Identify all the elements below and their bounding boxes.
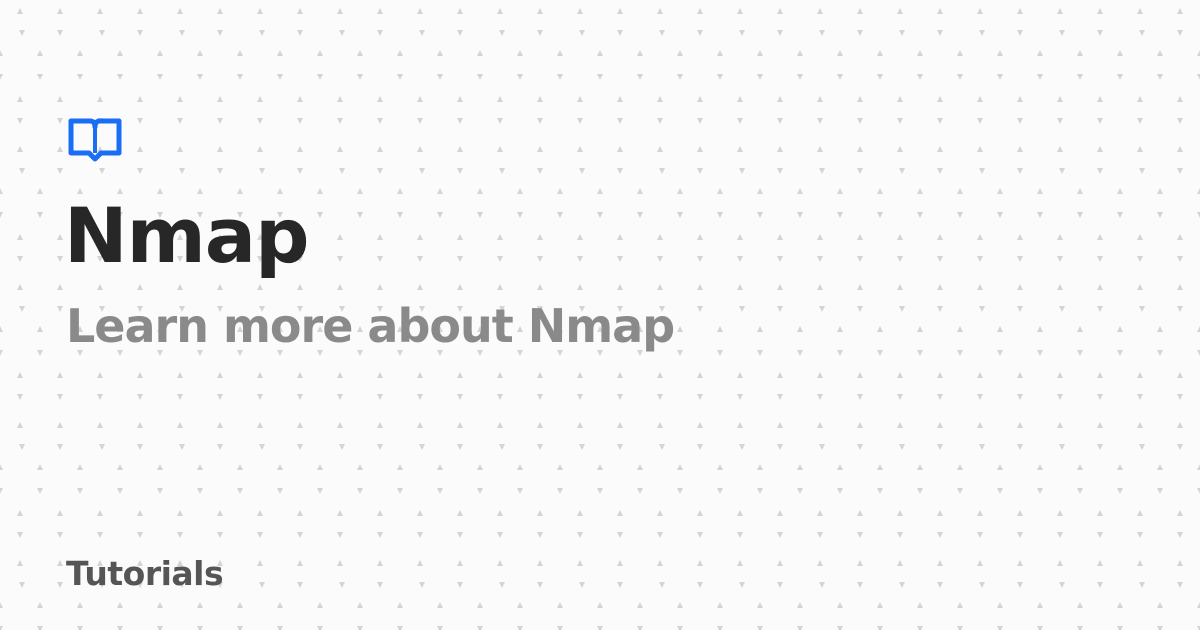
page-subtitle: Learn more about Nmap [66,299,675,353]
page-title: Nmap [64,191,309,280]
category-label: Tutorials [66,554,224,593]
logo [68,118,122,162]
open-book-icon [68,118,122,162]
